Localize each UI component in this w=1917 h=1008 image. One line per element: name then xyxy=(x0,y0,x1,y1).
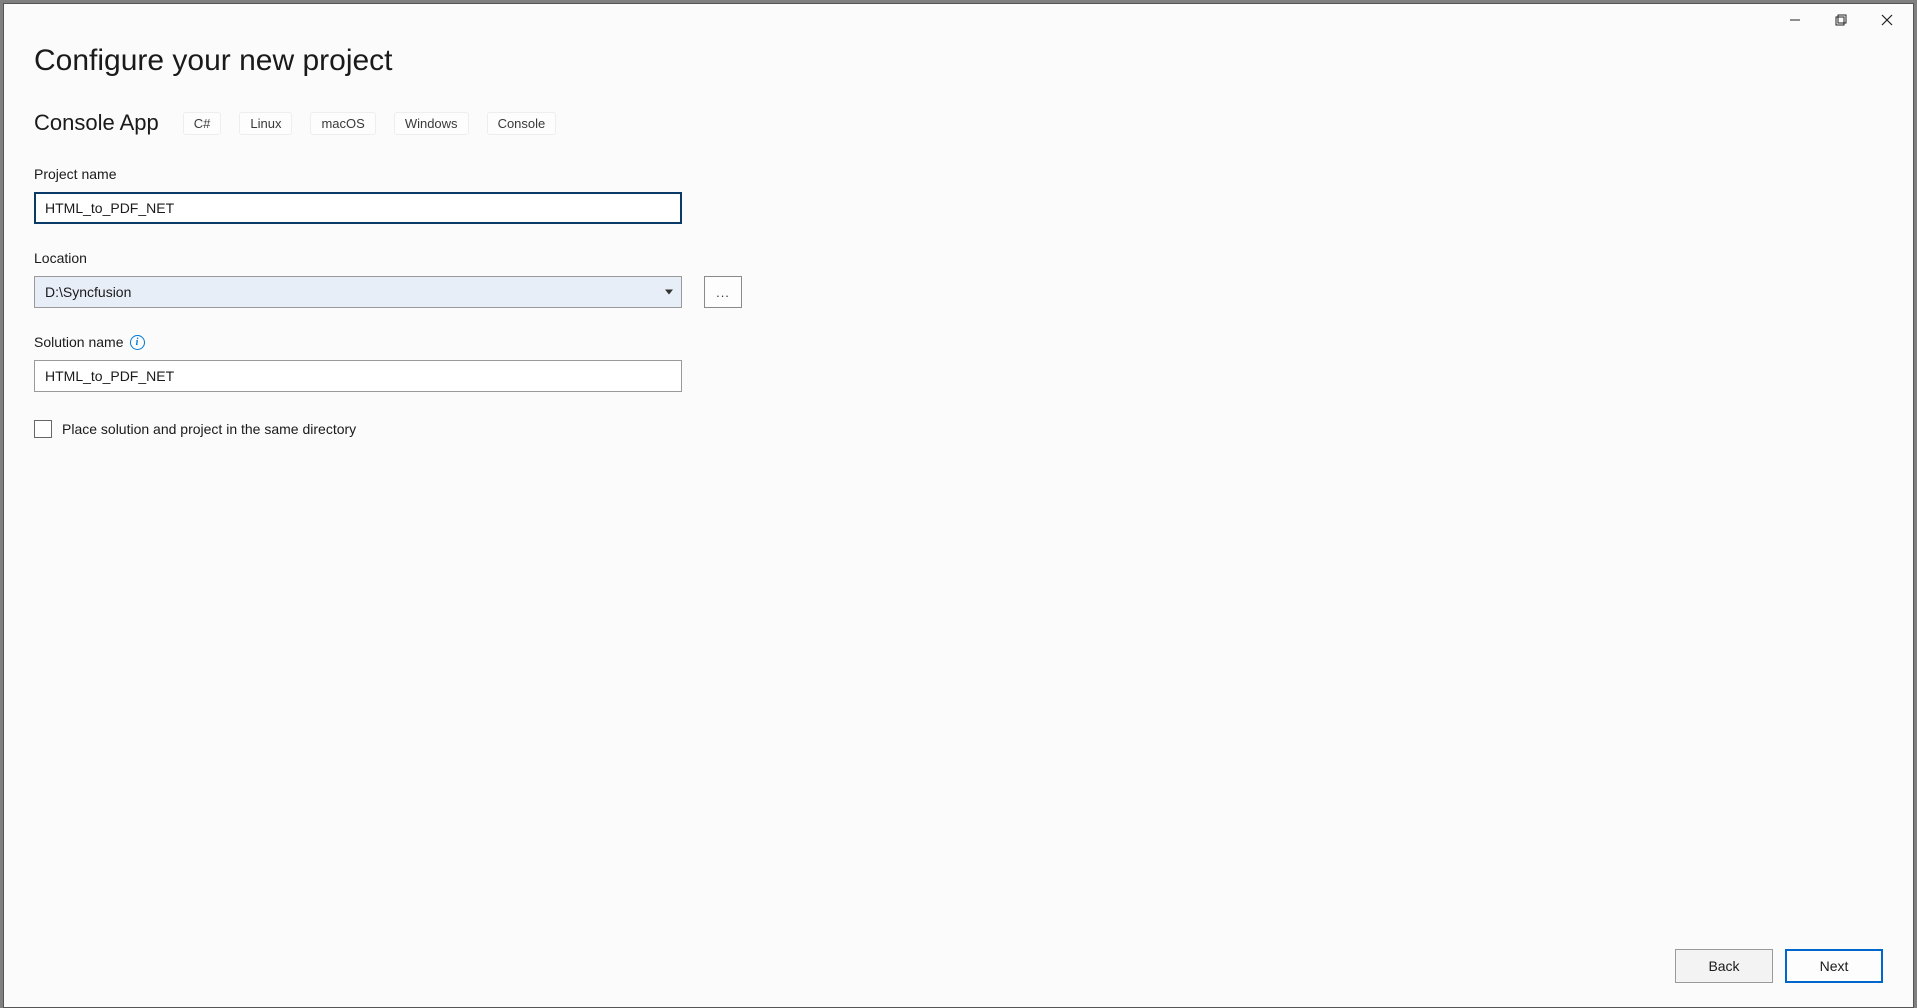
back-button-label: Back xyxy=(1708,958,1739,974)
template-tag: Linux xyxy=(239,112,292,135)
template-tag: Console xyxy=(487,112,557,135)
back-button[interactable]: Back xyxy=(1675,949,1773,983)
dialog-window: Configure your new project Console App C… xyxy=(3,3,1914,1008)
minimize-button[interactable] xyxy=(1775,6,1815,34)
same-directory-label: Place solution and project in the same d… xyxy=(62,421,356,437)
template-name: Console App xyxy=(34,110,159,136)
project-name-input[interactable] xyxy=(34,192,682,224)
same-directory-row: Place solution and project in the same d… xyxy=(34,420,1883,438)
solution-name-label: Solution name i xyxy=(34,334,1883,350)
location-block: Location D:\Syncfusion ... xyxy=(34,250,1883,308)
close-icon xyxy=(1881,14,1893,26)
next-button-label: Next xyxy=(1820,958,1849,974)
project-name-block: Project name xyxy=(34,166,1883,224)
solution-name-label-text: Solution name xyxy=(34,334,124,350)
template-row: Console App C# Linux macOS Windows Conso… xyxy=(34,110,1883,136)
minimize-icon xyxy=(1789,14,1801,26)
solution-name-input[interactable] xyxy=(34,360,682,392)
location-value: D:\Syncfusion xyxy=(45,284,131,300)
maximize-button[interactable] xyxy=(1821,6,1861,34)
titlebar xyxy=(4,4,1913,36)
page-title: Configure your new project xyxy=(34,44,1883,78)
browse-label: ... xyxy=(716,285,730,300)
solution-name-block: Solution name i xyxy=(34,334,1883,392)
next-button[interactable]: Next xyxy=(1785,949,1883,983)
dialog-content: Configure your new project Console App C… xyxy=(4,36,1913,1007)
template-tag: C# xyxy=(183,112,222,135)
dialog-footer: Back Next xyxy=(34,949,1883,987)
project-name-label: Project name xyxy=(34,166,1883,182)
info-icon[interactable]: i xyxy=(130,335,145,350)
browse-button[interactable]: ... xyxy=(704,276,742,308)
location-combobox[interactable]: D:\Syncfusion xyxy=(34,276,682,308)
template-tag: Windows xyxy=(394,112,469,135)
chevron-down-icon xyxy=(665,290,673,295)
same-directory-checkbox[interactable] xyxy=(34,420,52,438)
close-button[interactable] xyxy=(1867,6,1907,34)
maximize-icon xyxy=(1835,14,1847,26)
location-label: Location xyxy=(34,250,1883,266)
template-tag: macOS xyxy=(310,112,375,135)
